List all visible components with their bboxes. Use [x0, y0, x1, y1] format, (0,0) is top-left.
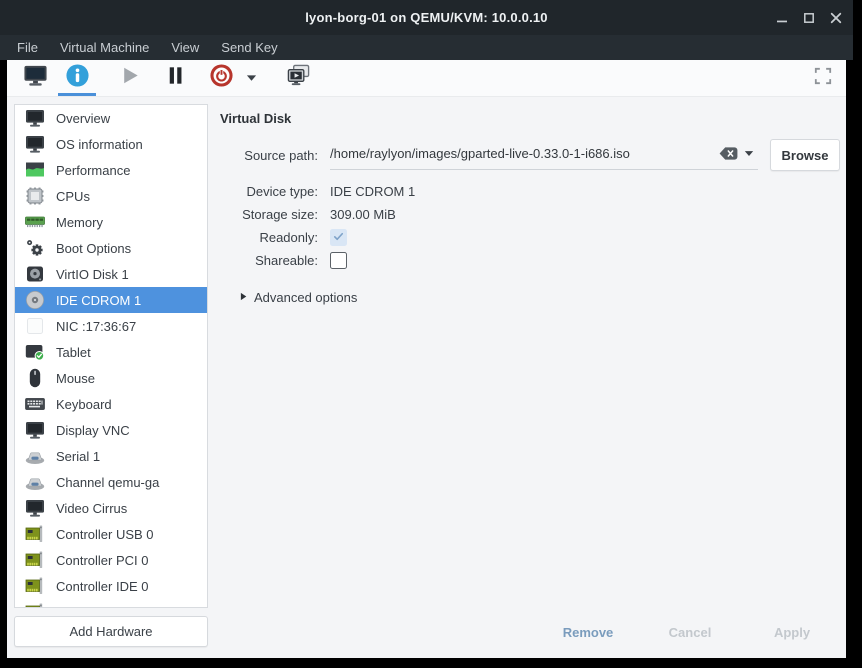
- browse-label: Browse: [782, 148, 829, 163]
- boot-gear-icon: [24, 238, 45, 259]
- cancel-button: Cancel: [644, 619, 736, 645]
- sidebar-item-serial-1[interactable]: Serial 1: [15, 443, 207, 469]
- pci-card-icon: [24, 550, 45, 571]
- vm-details-button[interactable]: [58, 60, 96, 96]
- maximize-icon[interactable]: [802, 11, 816, 25]
- toolbar: [7, 60, 846, 97]
- minimize-icon[interactable]: [775, 11, 789, 25]
- menu-virtual-machine[interactable]: Virtual Machine: [49, 37, 160, 58]
- menu-view[interactable]: View: [160, 37, 210, 58]
- pci-card-icon: [24, 524, 45, 545]
- expander-arrow-icon: [240, 288, 247, 306]
- sidebar-item-virtio-disk-1[interactable]: VirtIO Disk 1: [15, 261, 207, 287]
- shutdown-menu-button[interactable]: [240, 60, 262, 96]
- window-body: Overview OS information Performance CPUs…: [7, 60, 846, 658]
- action-buttons: Remove Cancel Apply: [542, 619, 838, 645]
- console-icon: [23, 63, 48, 93]
- remove-button[interactable]: Remove: [542, 619, 634, 645]
- browse-button[interactable]: Browse: [770, 139, 840, 171]
- monitor-icon: [24, 498, 45, 519]
- shareable-label: Shareable:: [215, 253, 318, 268]
- device-type-label: Device type:: [215, 184, 318, 199]
- run-button: [110, 60, 148, 96]
- apply-button: Apply: [746, 619, 838, 645]
- menu-file[interactable]: File: [6, 37, 49, 58]
- fullscreen-button[interactable]: [806, 60, 840, 96]
- window-title: lyon-borg-01 on QEMU/KVM: 10.0.0.10: [0, 10, 853, 25]
- sidebar-item-overview[interactable]: Overview: [15, 105, 207, 131]
- serial-icon: [24, 472, 45, 493]
- pause-button[interactable]: [156, 60, 194, 96]
- sidebar-item-nic-17-36-67[interactable]: NIC :17:36:67: [15, 313, 207, 339]
- cpu-icon: [24, 186, 45, 207]
- sidebar-item-cpus[interactable]: CPUs: [15, 183, 207, 209]
- monitor-icon: [24, 108, 45, 129]
- cdrom-icon: [24, 290, 45, 311]
- source-path-input[interactable]: [330, 146, 716, 161]
- sidebar-item-performance[interactable]: Performance: [15, 157, 207, 183]
- device-type-value: IDE CDROM 1: [330, 184, 415, 199]
- sidebar-item-boot-options[interactable]: Boot Options: [15, 235, 207, 261]
- sidebar-item-controller-ide-0[interactable]: Controller IDE 0: [15, 573, 207, 599]
- source-path-entry: [330, 140, 758, 170]
- tablet-icon: [24, 342, 45, 363]
- add-hardware-button[interactable]: Add Hardware: [14, 616, 208, 647]
- virtual-disk-panel: Virtual Disk Source path: Browse: [215, 97, 846, 657]
- performance-icon: [24, 160, 45, 181]
- keyboard-icon: [24, 394, 45, 415]
- advanced-options-label: Advanced options: [254, 290, 357, 305]
- check-icon: [332, 230, 345, 246]
- console-button[interactable]: [16, 60, 54, 96]
- sidebar-item-video-cirrus[interactable]: Video Cirrus: [15, 495, 207, 521]
- sidebar-item-memory[interactable]: Memory: [15, 209, 207, 235]
- vm-display-button[interactable]: [278, 60, 318, 96]
- sidebar-item-display-vnc[interactable]: Display VNC: [15, 417, 207, 443]
- source-path-label: Source path:: [215, 148, 318, 163]
- sidebar-item-tablet[interactable]: Tablet: [15, 339, 207, 365]
- titlebar[interactable]: lyon-borg-01 on QEMU/KVM: 10.0.0.10: [0, 0, 853, 35]
- serial-icon: [24, 446, 45, 467]
- shareable-checkbox[interactable]: [330, 252, 347, 269]
- chevron-down-icon[interactable]: [740, 150, 758, 157]
- pci-card-icon: [24, 602, 45, 609]
- sidebar-item-partial-item[interactable]: [15, 599, 207, 608]
- caret-down-icon: [246, 69, 257, 87]
- sidebar-item-mouse[interactable]: Mouse: [15, 365, 207, 391]
- sidebar-item-controller-usb-0[interactable]: Controller USB 0: [15, 521, 207, 547]
- page-title: Virtual Disk: [220, 111, 846, 126]
- memory-icon: [24, 212, 45, 233]
- readonly-checkbox: [330, 229, 347, 246]
- info-icon: [65, 63, 90, 93]
- sidebar-item-os-information[interactable]: OS information: [15, 131, 207, 157]
- fullscreen-icon: [814, 67, 832, 90]
- advanced-options-expander[interactable]: Advanced options: [240, 288, 846, 306]
- close-icon[interactable]: [829, 11, 843, 25]
- nic-icon: [24, 316, 45, 337]
- vm-details-window: lyon-borg-01 on QEMU/KVM: 10.0.0.10 File…: [0, 0, 853, 668]
- menubar: File Virtual Machine View Send Key: [0, 35, 853, 60]
- vm-windows-icon: [286, 63, 311, 93]
- shutdown-button[interactable]: [202, 60, 240, 96]
- sidebar-item-keyboard[interactable]: Keyboard: [15, 391, 207, 417]
- sidebar-item-channel-qemu-ga[interactable]: Channel qemu-ga: [15, 469, 207, 495]
- shutdown-icon: [209, 63, 234, 93]
- readonly-label: Readonly:: [215, 230, 318, 245]
- screenshot-root: lyon-borg-01 on QEMU/KVM: 10.0.0.10 File…: [0, 0, 862, 668]
- disk-icon: [24, 264, 45, 285]
- storage-size-label: Storage size:: [215, 207, 318, 222]
- play-icon: [117, 63, 142, 93]
- mouse-icon: [24, 368, 45, 389]
- monitor-icon: [24, 420, 45, 441]
- add-hardware-label: Add Hardware: [69, 624, 152, 639]
- menu-send-key[interactable]: Send Key: [210, 37, 288, 58]
- clear-icon[interactable]: [716, 145, 740, 162]
- pci-card-icon: [24, 576, 45, 597]
- sidebar-item-ide-cdrom-1[interactable]: IDE CDROM 1: [15, 287, 207, 313]
- hardware-list: Overview OS information Performance CPUs…: [14, 104, 208, 608]
- hardware-sidebar: Overview OS information Performance CPUs…: [7, 97, 215, 657]
- sidebar-item-controller-pci-0[interactable]: Controller PCI 0: [15, 547, 207, 573]
- monitor-icon: [24, 134, 45, 155]
- storage-size-value: 309.00 MiB: [330, 207, 396, 222]
- pause-icon: [163, 63, 188, 93]
